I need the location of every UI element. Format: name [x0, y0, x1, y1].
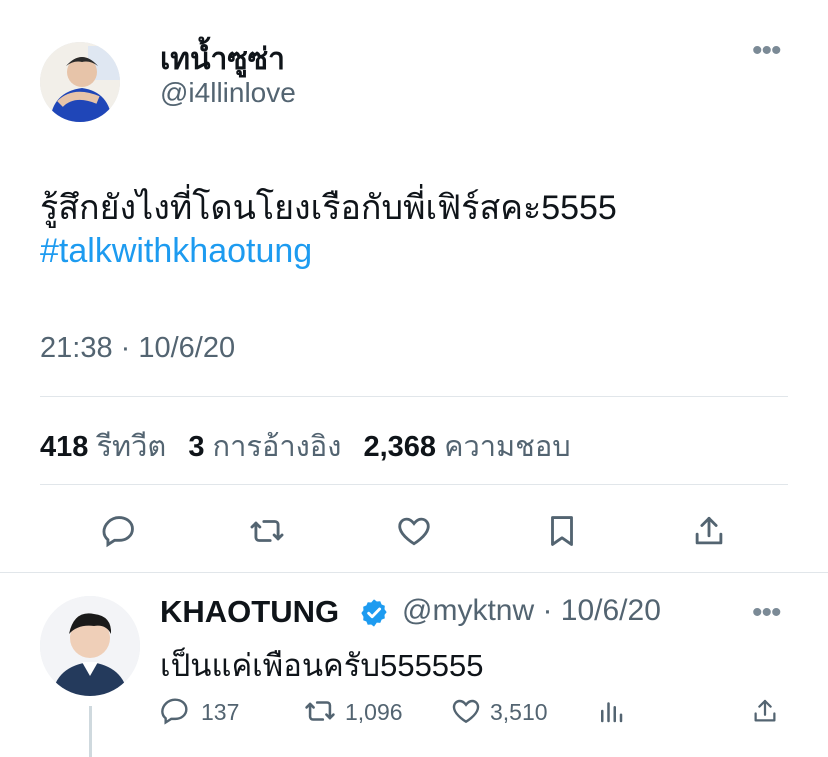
retweets-count[interactable]: 418 — [40, 431, 88, 463]
author-avatar[interactable] — [40, 42, 120, 122]
tweet-timestamp[interactable]: 21:38 · 10/6/20 — [40, 332, 235, 365]
author-handle[interactable]: @i4llinlove — [160, 77, 296, 109]
quotes-label[interactable]: การอ้างอิง — [213, 431, 342, 463]
reply-reply-count: 137 — [201, 699, 240, 725]
reply-thread-line — [89, 706, 92, 757]
more-horizontal-icon[interactable]: ••• — [752, 36, 781, 66]
reply-display-name[interactable]: KHAOTUNG — [160, 594, 339, 630]
reply-handle-date[interactable]: @myktnw · 10/6/20 — [402, 594, 661, 628]
tweet-hashtag[interactable]: #talkwithkhaotung — [40, 232, 312, 271]
like-icon[interactable] — [393, 510, 435, 552]
likes-count[interactable]: 2,368 — [363, 431, 436, 463]
reply-like-count: 3,510 — [490, 699, 548, 725]
tweet-separator — [0, 572, 828, 573]
avatar-image — [40, 42, 120, 122]
tweet-text: รู้สึกยังไงที่โดนโยงเรือกับพี่เฟิร์สคะ55… — [40, 189, 617, 227]
tweet-stats: 418 รีทวีต 3 การอ้างอิง 2,368 ความชอบ — [40, 423, 571, 469]
retweet-icon[interactable] — [246, 510, 288, 552]
reply-like-icon[interactable] — [449, 694, 483, 728]
quotes-count[interactable]: 3 — [188, 431, 204, 463]
reply-reply-icon[interactable] — [158, 694, 192, 728]
share-icon[interactable] — [688, 510, 730, 552]
divider-top — [40, 396, 788, 397]
reply-icon[interactable] — [98, 510, 140, 552]
bookmark-icon[interactable] — [541, 510, 583, 552]
divider-middle — [40, 484, 788, 485]
author-display-name[interactable]: เทน้ำซูซ่า — [160, 36, 285, 83]
reply-retweet-icon[interactable] — [302, 694, 338, 728]
reply-retweet-count: 1,096 — [345, 699, 403, 725]
reply-analytics-icon[interactable] — [594, 694, 628, 728]
verified-badge-icon — [357, 596, 391, 630]
reply-text: เป็นแค่เพือนครับ555555 — [160, 648, 484, 683]
reply-more-icon[interactable]: ••• — [752, 598, 781, 628]
reply-author-avatar[interactable] — [40, 596, 140, 696]
reply-share-icon[interactable] — [748, 694, 782, 728]
retweets-label[interactable]: รีทวีต — [96, 431, 166, 463]
likes-label[interactable]: ความชอบ — [444, 431, 571, 463]
reply-avatar-image — [40, 596, 140, 696]
